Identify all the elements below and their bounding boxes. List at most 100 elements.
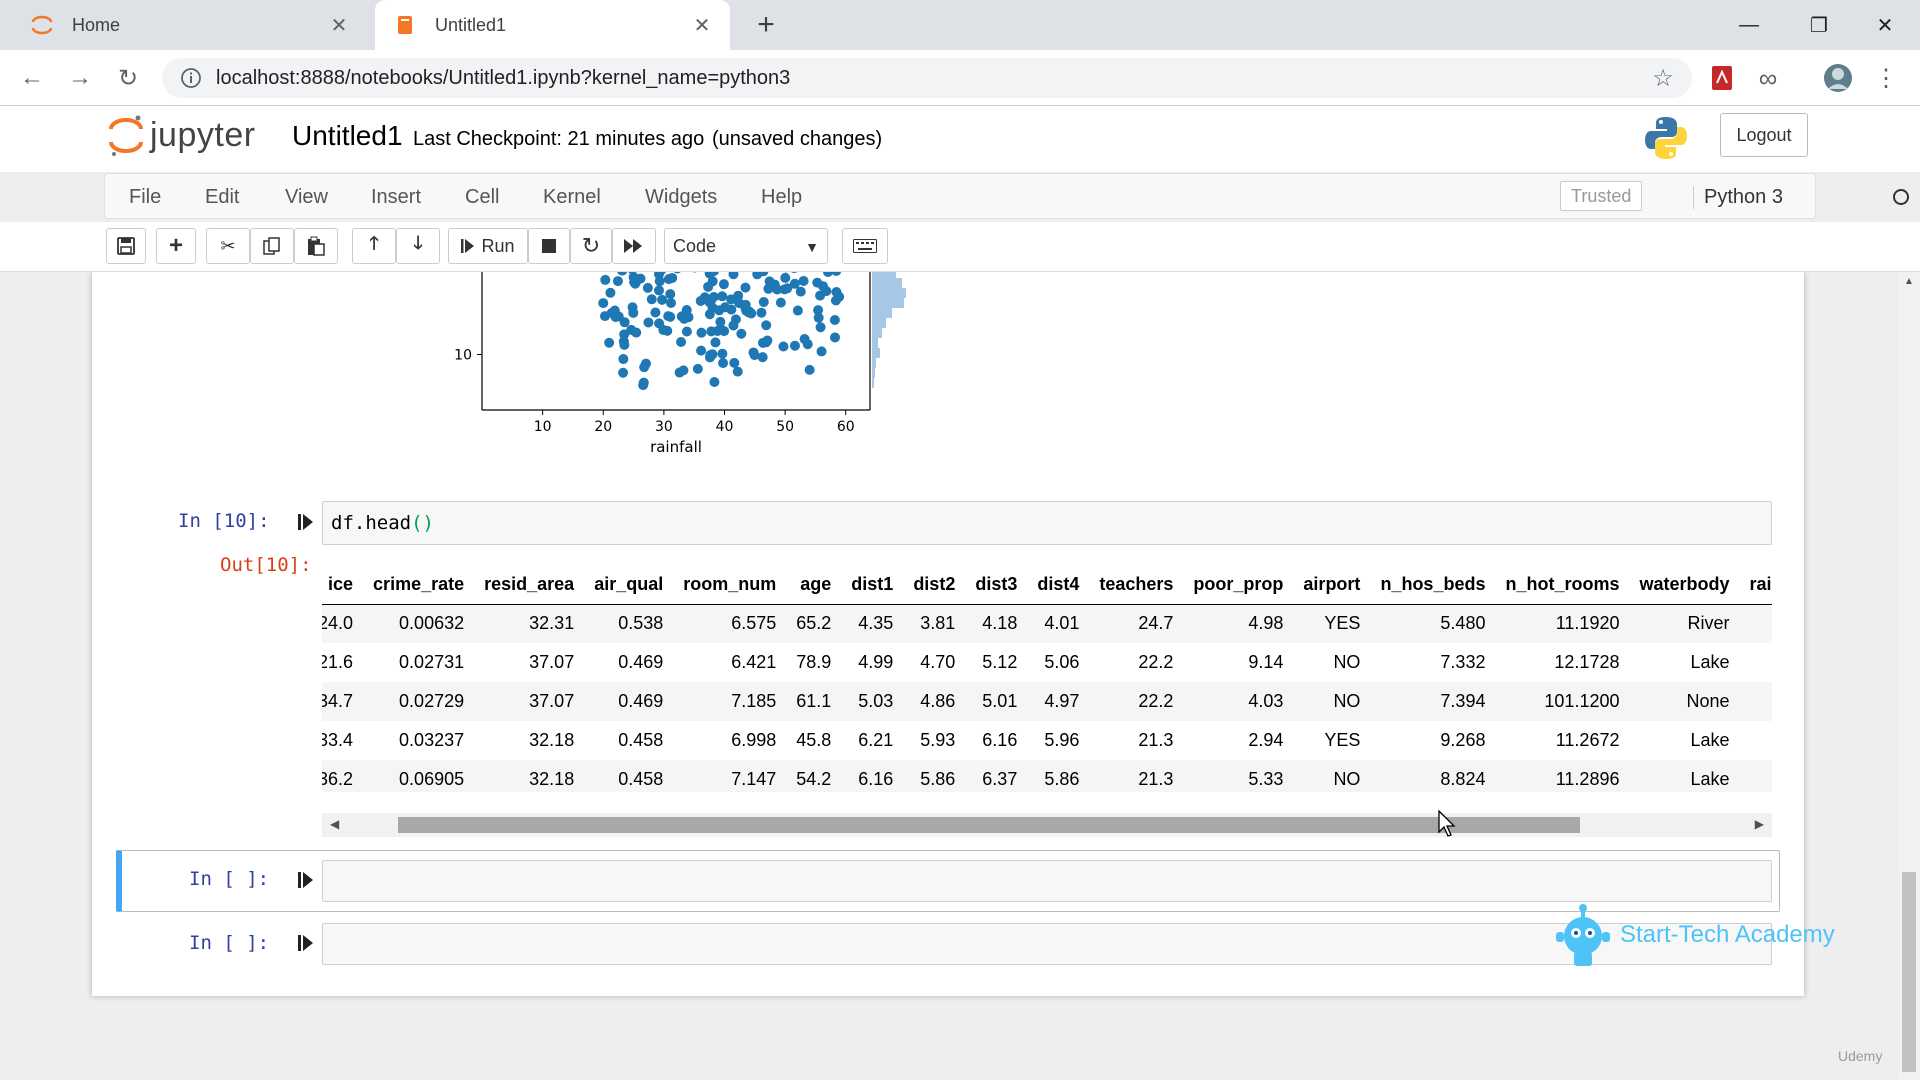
copy-button[interactable] xyxy=(250,228,294,264)
move-down-button[interactable]: 🡓 xyxy=(396,228,440,264)
cell-prompt-in: In [ ]: xyxy=(189,932,270,954)
table-cell: 32.31 xyxy=(474,604,585,643)
scatter-point xyxy=(748,347,759,358)
move-up-button[interactable]: 🡑 xyxy=(352,228,396,264)
table-row: 34.7 0.02729 37.07 0.469 7.185 61.1 5.03 4.86 5.… xyxy=(322,682,1772,721)
scroll-up-icon[interactable]: ▲ xyxy=(1904,276,1914,287)
scatter-points xyxy=(598,272,845,391)
scatter-point xyxy=(681,326,692,337)
infinity-extension-icon[interactable]: ∞ xyxy=(1752,62,1784,94)
scatter-point xyxy=(792,305,803,316)
scatter-point xyxy=(772,284,783,295)
new-tab-plus-icon[interactable]: + xyxy=(750,8,782,41)
run-cell-icon[interactable] xyxy=(298,933,314,953)
table-cell: 54.2 xyxy=(786,760,842,792)
table-cell: 6.998 xyxy=(731,730,777,750)
scatter-point xyxy=(758,296,769,307)
forward-arrow-icon[interactable]: → xyxy=(64,62,96,94)
run-cell-icon[interactable] xyxy=(298,870,314,890)
histogram-bar xyxy=(872,338,878,348)
window-close-icon[interactable]: ✕ xyxy=(1850,0,1920,50)
scatter-point xyxy=(598,298,609,309)
table-cell: 4.86 xyxy=(903,682,966,721)
table-cell: 4.98 xyxy=(1183,604,1294,643)
menu-edit[interactable]: Edit xyxy=(205,186,239,209)
notebook-name[interactable]: Untitled1 xyxy=(292,120,403,152)
tab-home[interactable]: Home ✕ xyxy=(12,0,367,50)
cut-button[interactable]: ✂ xyxy=(206,228,250,264)
run-button[interactable]: Run xyxy=(448,228,528,264)
restart-kernel-button[interactable]: ↻ xyxy=(570,228,612,264)
column-header: dist3 xyxy=(965,566,1028,605)
menu-view[interactable]: View xyxy=(285,186,328,209)
pdf-extension-icon[interactable] xyxy=(1706,62,1738,94)
scrollbar-thumb[interactable] xyxy=(398,817,1580,833)
info-icon[interactable] xyxy=(180,67,202,89)
jupyter-header: jupyter Untitled1 Last Checkpoint: 21 mi… xyxy=(0,106,1920,172)
logout-button[interactable]: Logout xyxy=(1720,113,1808,157)
table-cell: 6.421 xyxy=(731,652,777,672)
scatter-point xyxy=(718,358,729,369)
horizontal-scrollbar[interactable]: ◀ ▶ xyxy=(322,813,1772,837)
table-cell: 6.16 xyxy=(841,760,904,792)
jupyter-logo[interactable]: jupyter xyxy=(108,112,256,158)
bookmark-star-icon[interactable]: ☆ xyxy=(1650,65,1676,92)
minimize-icon[interactable]: — xyxy=(1714,0,1784,50)
tab-close-icon[interactable]: ✕ xyxy=(690,13,714,37)
address-bar[interactable]: localhost:8888/notebooks/Untitled1.ipynb… xyxy=(162,58,1692,98)
table-cell: 5.12 xyxy=(982,652,1018,672)
trusted-indicator[interactable]: Trusted xyxy=(1560,181,1643,211)
column-header: room_num xyxy=(673,566,787,605)
scatter-point xyxy=(708,291,719,302)
run-cell-icon[interactable] xyxy=(298,512,314,532)
paste-button[interactable] xyxy=(294,228,338,264)
cell-prompt-in: In [ ]: xyxy=(189,868,270,890)
notebook-favicon-icon xyxy=(398,16,412,34)
y-axis-ticks: 10 xyxy=(454,348,482,364)
column-header: airport xyxy=(1293,566,1371,605)
menu-help[interactable]: Help xyxy=(761,186,802,209)
insert-cell-button[interactable]: + xyxy=(156,228,196,264)
command-palette-button[interactable] xyxy=(842,228,888,264)
kernel-name[interactable]: Python 3 xyxy=(1693,186,1783,209)
restart-run-all-button[interactable] xyxy=(612,228,656,264)
url-text[interactable]: localhost:8888/notebooks/Untitled1.ipynb… xyxy=(216,67,1650,90)
table-cell: 22.2 xyxy=(1089,682,1184,721)
table-row: 21.6 0.02731 37.07 0.469 6.421 78.9 4.99 4.70 5.… xyxy=(322,643,1772,682)
menu-cell[interactable]: Cell xyxy=(465,186,499,209)
tab-untitled1[interactable]: Untitled1 ✕ xyxy=(375,0,730,50)
menu-kernel[interactable]: Kernel xyxy=(543,186,601,209)
page-scrollbar-thumb[interactable] xyxy=(1902,872,1916,1072)
cell-type-select[interactable]: Code ▼ xyxy=(664,228,828,264)
scatter-point xyxy=(815,322,826,333)
reload-icon[interactable]: ↻ xyxy=(112,62,144,94)
restore-icon[interactable]: ❐ xyxy=(1784,0,1854,50)
profile-avatar-icon[interactable] xyxy=(1822,62,1854,94)
table-cell: 7.185 xyxy=(673,682,787,721)
code-input[interactable]: df.head() xyxy=(322,501,1772,545)
table-cell: 8.824 xyxy=(1370,760,1496,792)
table-cell: 3.81 xyxy=(903,604,966,643)
scatter-point xyxy=(703,281,714,292)
histogram-bar xyxy=(872,318,886,328)
save-button[interactable] xyxy=(106,228,146,264)
dataframe-output[interactable]: ice crime_rate resid_area air_qual room_num a… xyxy=(322,566,1772,792)
table-cell: 4 xyxy=(1740,643,1772,682)
table-cell: YES xyxy=(1324,730,1361,750)
interrupt-button[interactable] xyxy=(528,228,570,264)
menu-insert[interactable]: Insert xyxy=(371,186,421,209)
menu-widgets[interactable]: Widgets xyxy=(645,186,717,209)
histogram-bar xyxy=(872,298,904,308)
scroll-right-icon[interactable]: ▶ xyxy=(1755,817,1764,831)
tab-close-icon[interactable]: ✕ xyxy=(327,13,351,37)
scatter-point xyxy=(816,346,827,357)
browser-menu-icon[interactable]: ⋮ xyxy=(1870,62,1902,94)
back-arrow-icon[interactable]: ← xyxy=(16,62,48,94)
code-input[interactable] xyxy=(322,860,1772,902)
page-vertical-scrollbar[interactable]: ▲ xyxy=(1898,272,1920,1080)
unsaved-indicator: (unsaved changes) xyxy=(712,128,883,150)
scroll-left-icon[interactable]: ◀ xyxy=(330,817,339,831)
arrow-up-icon: 🡑 xyxy=(369,233,379,253)
scatter-point xyxy=(726,294,737,305)
menu-file[interactable]: File xyxy=(129,186,161,209)
